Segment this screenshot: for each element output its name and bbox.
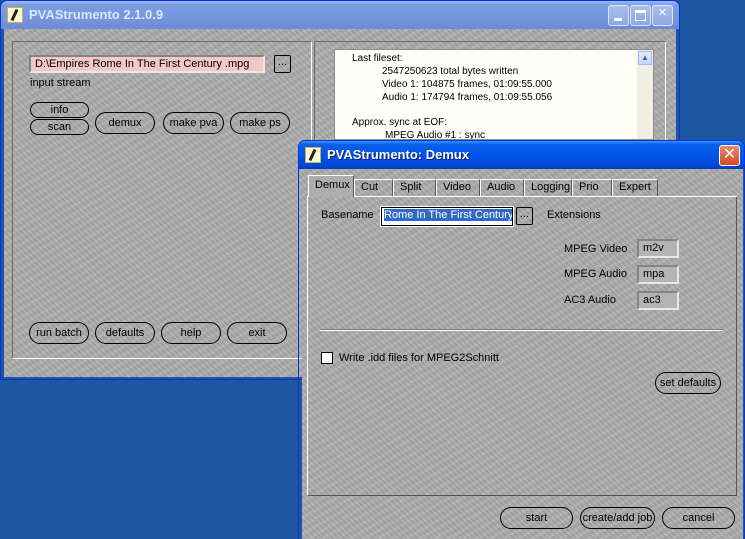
tab-logging[interactable]: Logging — [524, 179, 572, 196]
close-icon: ✕ — [722, 146, 737, 163]
app-icon — [305, 147, 321, 163]
separator — [320, 329, 722, 331]
tab-strip — [307, 196, 737, 197]
log-scrollbar[interactable]: ▲ — [637, 50, 653, 139]
input-browse-button[interactable]: ... — [274, 55, 291, 73]
idd-checkbox-label[interactable]: Write .idd files for MPEG2Schnitt — [339, 352, 499, 364]
tab-audio[interactable]: Audio — [480, 179, 524, 196]
close-icon: ✕ — [657, 7, 668, 19]
create-add-job-button[interactable]: create/add job — [580, 507, 655, 529]
tab-demux[interactable]: Demux — [308, 175, 354, 197]
main-titlebar[interactable]: PVAStrumento 2.1.0.9 ✕ — [1, 1, 679, 29]
set-defaults-button[interactable]: set defaults — [655, 372, 721, 394]
scroll-up-icon[interactable]: ▲ — [638, 51, 652, 65]
log-line: Last fileset: — [352, 53, 403, 64]
main-close-button[interactable]: ✕ — [652, 5, 673, 26]
minimize-icon — [614, 18, 622, 21]
basename-input[interactable]: Rome In The First Century — [380, 206, 514, 227]
mpeg-audio-label: MPEG Audio — [564, 268, 627, 280]
mpeg-video-field[interactable]: m2v — [637, 239, 679, 258]
ac3-audio-field[interactable]: ac3 — [637, 291, 679, 310]
basename-selected-text: Rome In The First Century — [384, 209, 513, 221]
cancel-button[interactable]: cancel — [662, 507, 735, 529]
maximize-button[interactable] — [630, 5, 651, 26]
mpeg-audio-field[interactable]: mpa — [637, 265, 679, 284]
defaults-button[interactable]: defaults — [95, 322, 155, 344]
app-icon — [7, 7, 23, 23]
info-button[interactable]: info — [30, 102, 89, 118]
log-line: Approx. sync at EOF: — [352, 117, 448, 128]
log-line: MPEG Audio #1 : sync — [385, 130, 486, 140]
demux-titlebar[interactable]: PVAStrumento: Demux ✕ — [299, 141, 744, 169]
basename-label: Basename — [321, 209, 374, 221]
maximize-icon — [635, 10, 646, 21]
demux-close-button[interactable]: ✕ — [719, 145, 740, 166]
log-line: Audio 1: 174794 frames, 01:09:55.056 — [382, 92, 553, 103]
log-line: Video 1: 104875 frames, 01:09:55.000 — [382, 79, 552, 90]
demux-button[interactable]: demux — [95, 112, 155, 134]
ac3-audio-label: AC3 Audio — [564, 294, 616, 306]
tab-split[interactable]: Split — [393, 179, 436, 196]
minimize-button[interactable] — [608, 5, 629, 26]
input-stream-field[interactable]: D:\Empires Rome In The First Century .mp… — [29, 55, 265, 73]
make-pva-button[interactable]: make pva — [163, 112, 224, 134]
tab-video[interactable]: Video — [436, 179, 480, 196]
run-batch-button[interactable]: run batch — [29, 322, 89, 344]
log-line: 2547250623 total bytes written — [382, 66, 519, 77]
scan-button[interactable]: scan — [30, 119, 89, 135]
tab-cut[interactable]: Cut — [354, 179, 393, 196]
idd-checkbox[interactable] — [321, 352, 333, 364]
exit-button[interactable]: exit — [227, 322, 287, 344]
log-panel[interactable]: Last fileset: 2547250623 total bytes wri… — [334, 49, 654, 140]
tab-expert[interactable]: Expert — [612, 179, 658, 196]
mpeg-video-label: MPEG Video — [564, 243, 628, 255]
demux-window-title: PVAStrumento: Demux — [327, 147, 470, 162]
start-button[interactable]: start — [500, 507, 573, 529]
main-window-title: PVAStrumento 2.1.0.9 — [29, 7, 164, 22]
help-button[interactable]: help — [161, 322, 221, 344]
basename-browse-button[interactable]: ... — [516, 207, 533, 225]
input-stream-label: input stream — [30, 77, 91, 89]
make-ps-button[interactable]: make ps — [230, 112, 290, 134]
tab-prio[interactable]: Prio — [572, 179, 612, 196]
extensions-label: Extensions — [547, 209, 601, 221]
